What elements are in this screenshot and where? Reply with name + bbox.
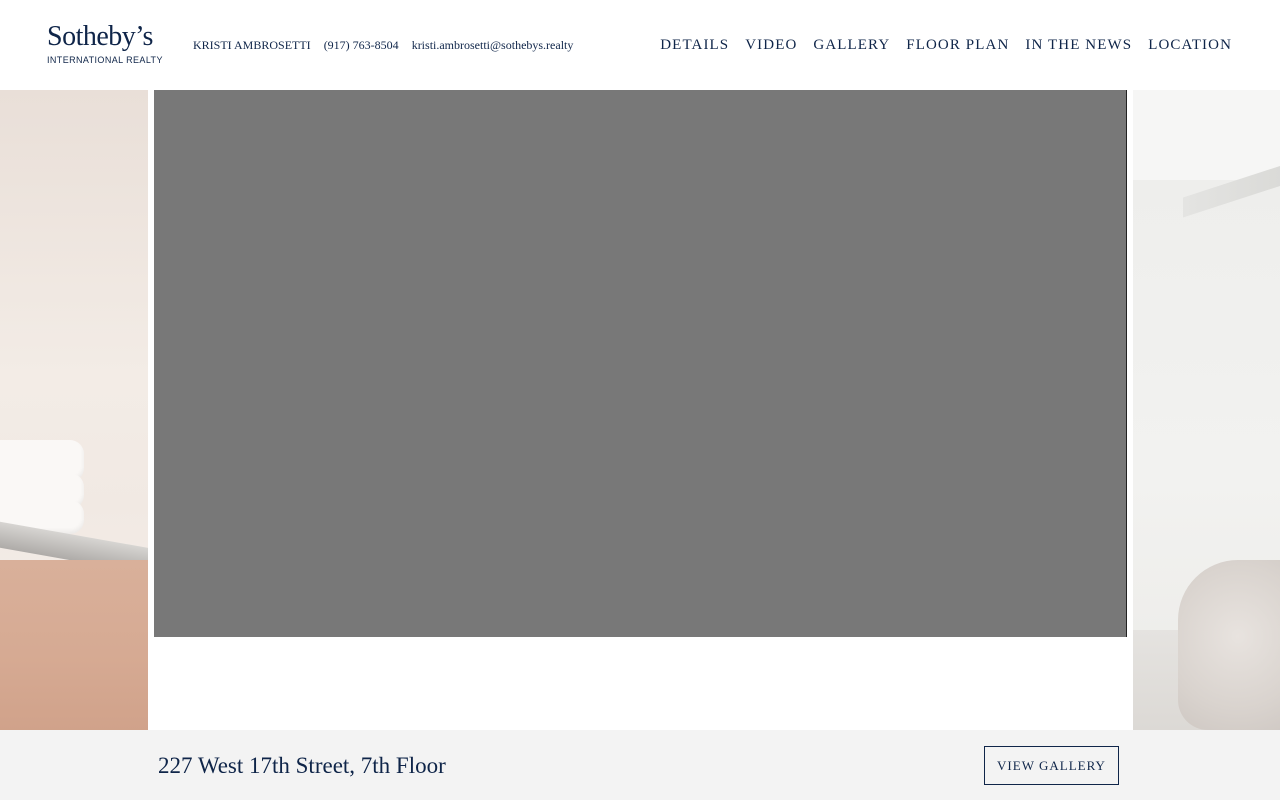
site-header: Sotheby’s INTERNATIONAL REALTY KRISTI AM…	[0, 0, 1280, 90]
nav-gallery[interactable]: GALLERY	[813, 37, 890, 54]
left-gallery-photo[interactable]	[0, 90, 148, 730]
cabinet	[0, 560, 148, 730]
video-section	[148, 90, 1133, 730]
nav-details[interactable]: DETAILS	[660, 37, 729, 54]
nav-floor-plan[interactable]: FLOOR PLAN	[906, 37, 1009, 54]
wall-panel	[1133, 90, 1280, 180]
agent-phone-link: (917) 763-8504	[324, 38, 409, 52]
view-gallery-button[interactable]: VIEW GALLERY	[984, 746, 1119, 785]
agent-phone[interactable]: (917) 763-8504	[324, 38, 399, 52]
video-player[interactable]	[154, 90, 1127, 637]
sothebys-logo[interactable]: Sotheby’s INTERNATIONAL REALTY	[47, 21, 167, 66]
agent-name: KRISTI AMBROSETTI	[193, 38, 311, 52]
logo-wordmark: Sotheby’s	[47, 21, 153, 52]
nav-in-the-news[interactable]: IN THE NEWS	[1025, 37, 1132, 54]
logo-subtitle: INTERNATIONAL REALTY	[47, 55, 163, 65]
right-gallery-photo[interactable]	[1133, 90, 1280, 730]
agent-contact: KRISTI AMBROSETTI (917) 763-8504 kristi.…	[193, 38, 573, 52]
agent-email[interactable]: kristi.ambrosetti@sothebys.realty	[412, 38, 574, 52]
pillow	[1178, 560, 1280, 730]
nav-video[interactable]: VIDEO	[745, 37, 797, 54]
listing-address: 227 West 17th Street, 7th Floor	[158, 753, 446, 778]
nav-location[interactable]: LOCATION	[1148, 37, 1232, 54]
listing-bar: 227 West 17th Street, 7th Floor VIEW GAL…	[0, 730, 1280, 800]
agent-email-link: kristi.ambrosetti@sothebys.realty	[412, 38, 574, 52]
main-nav: DETAILS VIDEO GALLERY FLOOR PLAN IN THE …	[660, 37, 1232, 54]
